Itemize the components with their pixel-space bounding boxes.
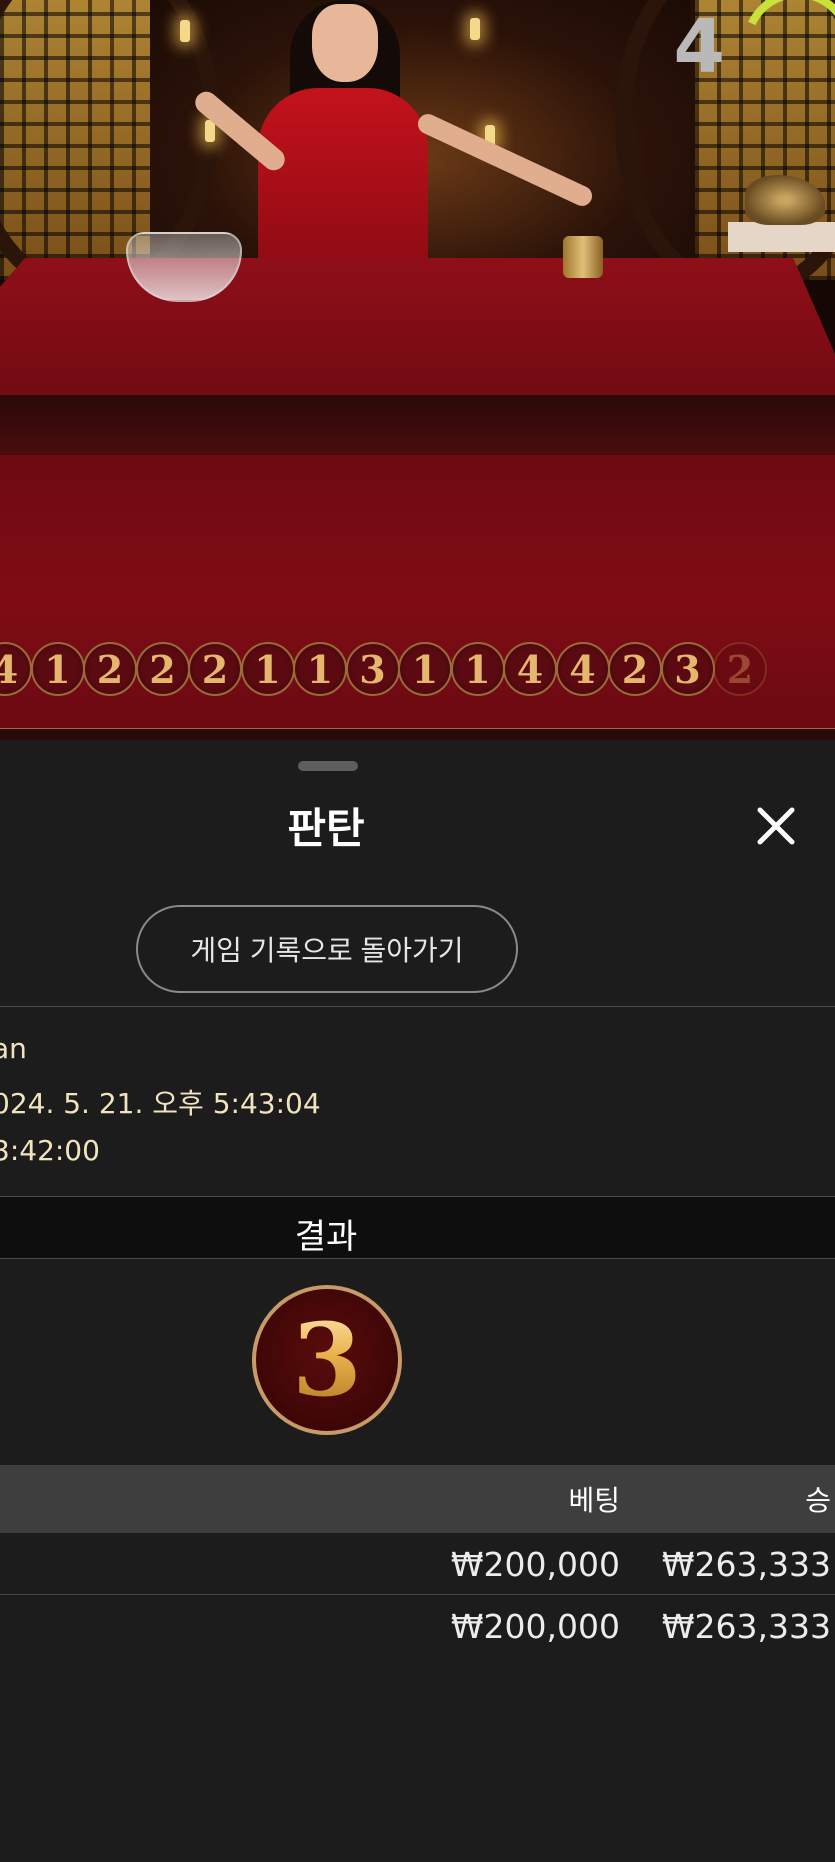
round-datetime-text: 024. 5. 21. 오후 5:43:04	[0, 1087, 321, 1120]
brass-cup	[563, 236, 603, 278]
history-bead: 2	[83, 642, 137, 696]
close-button[interactable]	[748, 798, 804, 854]
history-bead: 4	[555, 642, 610, 696]
candle-light	[180, 20, 190, 42]
round-timer: 4	[673, 4, 726, 90]
sheet-title: 판탄	[287, 804, 365, 853]
pedestal	[728, 222, 835, 252]
win-amount: ₩263,333	[661, 1545, 831, 1584]
back-to-history-button[interactable]: 게임 기록으로 돌아가기	[136, 905, 518, 993]
candle-light	[470, 18, 480, 40]
sheet-drag-handle[interactable]	[298, 761, 358, 771]
history-bead: 3	[345, 642, 400, 696]
table-row: ₩200,000 ₩263,333	[0, 1535, 835, 1595]
history-bead: 1	[30, 642, 85, 696]
history-bead: 2	[608, 642, 662, 696]
result-section-header: 결과	[0, 1196, 835, 1259]
bets-table-header: 베팅 승	[0, 1465, 835, 1533]
bet-amount: ₩200,000	[450, 1545, 620, 1584]
history-bead: 4	[503, 642, 557, 696]
result-number: 3	[292, 1301, 362, 1419]
game-history-sheet: 판탄 게임 기록으로 돌아가기 an 024. 5. 21. 오후 5:43:0…	[0, 740, 835, 1862]
table-row: ₩200,000 ₩263,333	[0, 1596, 835, 1656]
betting-grid-edge	[0, 728, 835, 740]
history-bead: 1	[398, 642, 452, 696]
win-amount: ₩263,333	[661, 1606, 831, 1646]
history-bead: 2	[135, 642, 190, 696]
game-table-edge	[0, 395, 835, 455]
game-table-surface	[0, 258, 835, 418]
history-bead: 1	[450, 642, 505, 696]
column-header-bet: 베팅	[568, 1484, 620, 1517]
round-time-text: 3:42:00	[0, 1134, 100, 1167]
dealer-face	[312, 4, 378, 82]
close-icon	[757, 807, 795, 845]
history-bead: 3	[660, 642, 715, 696]
history-bead-road: 412221131144232	[0, 636, 835, 702]
divider	[0, 1006, 835, 1007]
game-name-text: an	[0, 1032, 27, 1065]
history-bead: 1	[293, 642, 347, 696]
history-bead: 2	[713, 642, 767, 696]
history-bead: 4	[0, 642, 32, 696]
bet-amount: ₩200,000	[450, 1606, 620, 1646]
result-heading: 결과	[294, 1217, 358, 1257]
history-bead: 2	[188, 642, 242, 696]
history-bead: 1	[240, 642, 295, 696]
column-header-win: 승	[805, 1484, 831, 1517]
dealer	[258, 88, 428, 268]
result-ball: 3	[252, 1285, 402, 1435]
live-video-feed: 4 412221131144232	[0, 0, 835, 740]
